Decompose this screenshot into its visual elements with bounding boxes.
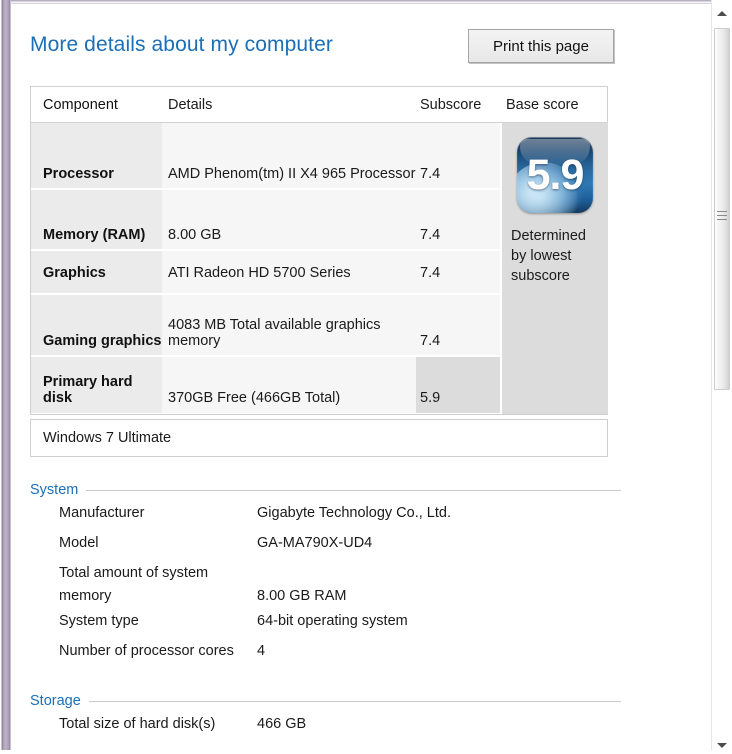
column-header-base-score: Base score	[506, 96, 579, 113]
row-subscore-memory: 7.4	[416, 190, 500, 250]
performance-score-table: Component Details Subscore Base score Pr…	[30, 86, 608, 415]
row-subscore-gaming-graphics: 7.4	[416, 295, 500, 356]
scrollbar-thumb[interactable]	[714, 28, 730, 390]
detail-label-total-disk-size: Total size of hard disk(s)	[59, 716, 216, 732]
detail-label-model: Model	[59, 535, 99, 551]
base-score-panel: 5.9 Determined by lowest subscore	[502, 123, 608, 414]
row-component-primary-hard-disk: Primary hard disk	[31, 357, 162, 413]
triangle-down-icon	[717, 742, 727, 748]
performance-information-page: More details about my computer Print thi…	[11, 4, 711, 750]
base-score-badge: 5.9	[517, 137, 593, 213]
row-details-processor: AMD Phenom(tm) II X4 965 Processor	[162, 123, 416, 189]
detail-value-total-memory: 8.00 GB RAM	[257, 588, 347, 604]
section-header-storage: Storage	[11, 689, 711, 713]
row-details-gaming-graphics: 4083 MB Total available graphics memory	[162, 295, 416, 356]
row-component-processor: Processor	[31, 123, 162, 189]
detail-value-manufacturer: Gigabyte Technology Co., Ltd.	[257, 505, 451, 521]
row-divider	[31, 355, 502, 356]
column-header-component: Component	[43, 96, 118, 113]
print-this-page-button[interactable]: Print this page	[468, 29, 614, 63]
list-item: System type 64-bit operating system	[11, 610, 711, 640]
detail-label-processor-cores: Number of processor cores	[59, 643, 234, 659]
score-table-header-row: Component Details Subscore Base score	[31, 87, 607, 123]
list-item: Model GA-MA790X-UD4	[11, 532, 711, 562]
row-details-primary-hard-disk: 370GB Free (466GB Total)	[162, 357, 416, 413]
windows-edition-bar: Windows 7 Ultimate	[30, 419, 608, 457]
row-details-graphics: ATI Radeon HD 5700 Series	[162, 251, 416, 294]
row-divider	[31, 188, 502, 189]
vertical-scrollbar[interactable]	[711, 0, 732, 750]
section-title-storage: Storage	[30, 693, 89, 709]
detail-value-system-type: 64-bit operating system	[257, 613, 408, 629]
row-subscore-primary-hard-disk: 5.9	[416, 357, 500, 413]
section-header-system: System	[11, 478, 711, 502]
section-storage: Storage Total size of hard disk(s) 466 G…	[11, 689, 711, 743]
list-item: Manufacturer Gigabyte Technology Co., Lt…	[11, 502, 711, 532]
row-details-memory: 8.00 GB	[162, 190, 416, 250]
detail-value-model: GA-MA790X-UD4	[257, 535, 373, 551]
section-title-system: System	[30, 482, 87, 498]
row-component-graphics: Graphics	[31, 251, 162, 294]
section-divider	[88, 700, 621, 702]
row-divider	[31, 249, 502, 250]
detail-value-processor-cores: 4	[257, 643, 266, 659]
section-divider	[86, 489, 621, 491]
detail-label-total-memory: Total amount of system memory	[59, 565, 209, 604]
row-divider	[31, 293, 502, 294]
column-header-details: Details	[168, 96, 213, 113]
section-system: System Manufacturer Gigabyte Technology …	[11, 478, 711, 670]
list-item: Total amount of system memory 8.00 GB RA…	[11, 562, 711, 610]
detail-label-manufacturer: Manufacturer	[59, 505, 145, 521]
window-border-left	[0, 0, 11, 750]
scroll-down-button[interactable]	[712, 736, 732, 754]
detail-value-total-disk-size: 466 GB	[257, 716, 307, 732]
page-header: More details about my computer Print thi…	[11, 4, 711, 82]
window-frame: More details about my computer Print thi…	[0, 0, 732, 750]
base-score-note: Determined by lowest subscore	[511, 228, 586, 284]
row-subscore-graphics: 7.4	[416, 251, 500, 294]
row-subscore-processor: 7.4	[416, 123, 500, 189]
row-component-memory: Memory (RAM)	[31, 190, 162, 250]
triangle-up-icon	[717, 10, 727, 16]
base-score-value: 5.9	[526, 150, 585, 199]
row-component-gaming-graphics: Gaming graphics	[31, 295, 162, 356]
scrollbar-grip-icon	[717, 211, 727, 222]
detail-label-system-type: System type	[59, 613, 139, 629]
column-header-subscore: Subscore	[420, 96, 482, 113]
scrollbar-track[interactable]	[712, 22, 732, 728]
page-title: More details about my computer	[30, 33, 333, 56]
list-item: Number of processor cores 4	[11, 640, 711, 670]
list-item: Total size of hard disk(s) 466 GB	[11, 713, 711, 743]
scroll-up-button[interactable]	[712, 4, 732, 22]
